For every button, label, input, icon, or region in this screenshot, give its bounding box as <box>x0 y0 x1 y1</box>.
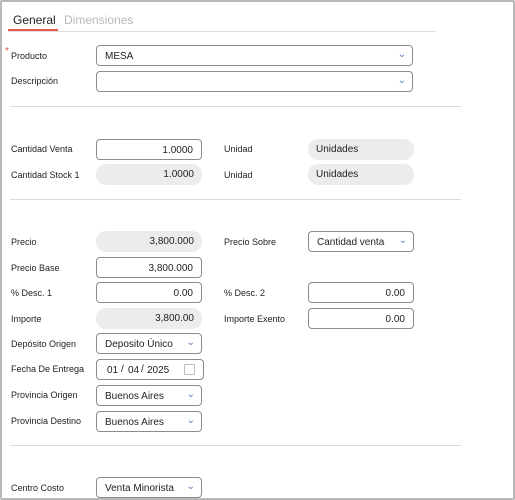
unidad-stock-field: Unidades <box>308 164 414 185</box>
deposito-origen-label: Depósito Origen <box>11 339 77 349</box>
fecha-month[interactable]: 04 <box>128 365 139 376</box>
desc1-label: % Desc. 1 <box>11 288 53 298</box>
precio-base-value: 3,800.000 <box>148 263 194 274</box>
importe-exento-label: Importe Exento <box>224 314 286 324</box>
descripcion-label: Descripción <box>11 76 59 86</box>
provincia-destino-label: Provincia Destino <box>11 416 82 426</box>
centro-costo-select[interactable]: Venta Minorista ⌄ <box>96 477 202 498</box>
chevron-down-icon: ⌄ <box>186 415 195 426</box>
precio-value: 3,800.000 <box>149 236 195 247</box>
chevron-down-icon: ⌄ <box>398 235 407 246</box>
chevron-down-icon: ⌄ <box>397 75 406 86</box>
importe-field: 3,800.00 <box>96 308 202 329</box>
precio-sobre-select[interactable]: Cantidad venta ⌄ <box>308 231 414 252</box>
chevron-down-icon: ⌄ <box>397 49 406 60</box>
centro-costo-value: Venta Minorista <box>105 483 174 494</box>
date-separator: / <box>121 364 124 375</box>
chevron-down-icon: ⌄ <box>186 337 195 348</box>
provincia-origen-value: Buenos Aires <box>105 391 164 402</box>
importe-exento-value: 0.00 <box>385 314 405 325</box>
unidad-stock-value: Unidades <box>316 169 359 180</box>
cantidad-venta-value: 1.0000 <box>162 145 193 156</box>
chevron-down-icon: ⌄ <box>186 481 195 492</box>
form-panel: General Dimensiones * Producto MESA ⌄ De… <box>0 0 515 500</box>
descripcion-select[interactable]: ⌄ <box>96 71 413 92</box>
desc2-input[interactable]: 0.00 <box>308 282 414 303</box>
desc1-value: 0.00 <box>173 288 193 299</box>
section-divider <box>10 199 461 200</box>
date-separator: / <box>141 364 144 375</box>
deposito-origen-select[interactable]: Deposito Único ⌄ <box>96 333 202 354</box>
fecha-entrega-label: Fecha De Entrega <box>11 364 85 374</box>
precio-base-input[interactable]: 3,800.000 <box>96 257 202 278</box>
cantidad-stock-label: Cantidad Stock 1 <box>11 170 80 180</box>
unidad-label: Unidad <box>224 144 253 154</box>
producto-label: Producto <box>11 51 48 61</box>
provincia-destino-value: Buenos Aires <box>105 417 164 428</box>
precio-sobre-value: Cantidad venta <box>317 237 385 248</box>
producto-value: MESA <box>105 51 134 62</box>
centro-costo-label: Centro Costo <box>11 483 65 493</box>
cantidad-stock-field: 1.0000 <box>96 164 202 185</box>
unidad-value: Unidades <box>316 144 359 155</box>
tab-divider <box>8 31 436 32</box>
required-marker: * <box>5 46 9 57</box>
provincia-destino-select[interactable]: Buenos Aires ⌄ <box>96 411 202 432</box>
producto-select[interactable]: MESA ⌄ <box>96 45 413 66</box>
precio-base-label: Precio Base <box>11 263 60 273</box>
section-divider <box>10 106 461 107</box>
desc1-input[interactable]: 0.00 <box>96 282 202 303</box>
cantidad-venta-label: Cantidad Venta <box>11 144 73 154</box>
cantidad-venta-input[interactable]: 1.0000 <box>96 139 202 160</box>
desc2-value: 0.00 <box>385 288 405 299</box>
desc2-label: % Desc. 2 <box>224 288 266 298</box>
cantidad-stock-value: 1.0000 <box>163 169 194 180</box>
unidad-field: Unidades <box>308 139 414 160</box>
tab-dimensiones[interactable]: Dimensiones <box>64 13 133 27</box>
importe-label: Importe <box>11 314 42 324</box>
provincia-origen-label: Provincia Origen <box>11 390 78 400</box>
chevron-down-icon: ⌄ <box>186 389 195 400</box>
fecha-year[interactable]: 2025 <box>147 365 169 376</box>
unidad-stock-label: Unidad <box>224 170 253 180</box>
deposito-origen-value: Deposito Único <box>105 339 173 350</box>
importe-exento-input[interactable]: 0.00 <box>308 308 414 329</box>
precio-sobre-label: Precio Sobre <box>224 237 277 247</box>
importe-value: 3,800.00 <box>155 313 194 324</box>
fecha-entrega-input[interactable]: 01 / 04 / 2025 <box>96 359 204 380</box>
precio-label: Precio <box>11 237 37 247</box>
precio-field: 3,800.000 <box>96 231 202 252</box>
provincia-origen-select[interactable]: Buenos Aires ⌄ <box>96 385 202 406</box>
section-divider <box>10 445 461 446</box>
calendar-icon[interactable] <box>184 364 195 375</box>
tab-general[interactable]: General <box>13 13 56 27</box>
fecha-day[interactable]: 01 <box>107 365 118 376</box>
